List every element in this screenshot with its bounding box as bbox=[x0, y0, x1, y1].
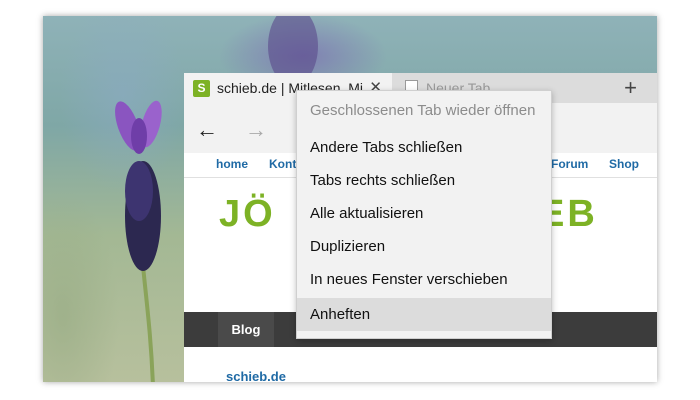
menu-item-reopen-closed-tab[interactable]: Geschlossenen Tab wieder öffnen bbox=[297, 94, 551, 127]
menu-item-close-other-tabs[interactable]: Andere Tabs schließen bbox=[297, 131, 551, 164]
back-arrow-icon[interactable]: ← bbox=[196, 117, 218, 143]
menu-item-close-tabs-right[interactable]: Tabs rechts schließen bbox=[297, 164, 551, 197]
nav-link-shop[interactable]: Shop bbox=[609, 157, 639, 171]
menu-item-duplicate[interactable]: Duplizieren bbox=[297, 230, 551, 263]
nav-link-forum[interactable]: Forum bbox=[551, 157, 588, 171]
menu-item-refresh-all[interactable]: Alle aktualisieren bbox=[297, 197, 551, 230]
site-logo-left[interactable]: JÖ bbox=[219, 193, 276, 236]
screenshot-frame: S schieb.de | Mitlesen, Mi ✕ Neuer Tab +… bbox=[43, 16, 657, 382]
nav-link-kontakt[interactable]: Kont bbox=[269, 157, 296, 171]
menu-item-move-to-new-window[interactable]: In neues Fenster verschieben bbox=[297, 263, 551, 296]
nav-link-home[interactable]: home bbox=[216, 157, 248, 171]
menu-item-pin[interactable]: Anheften bbox=[297, 298, 551, 331]
forward-arrow-icon[interactable]: → bbox=[245, 117, 267, 143]
tab-context-menu: Geschlossenen Tab wieder öffnen Andere T… bbox=[296, 90, 552, 339]
new-tab-button[interactable]: + bbox=[604, 73, 657, 103]
schieb-favicon-icon: S bbox=[193, 79, 210, 97]
menu-blog-button[interactable]: Blog bbox=[218, 312, 274, 347]
breadcrumb-site-link[interactable]: schieb.de bbox=[226, 369, 286, 382]
